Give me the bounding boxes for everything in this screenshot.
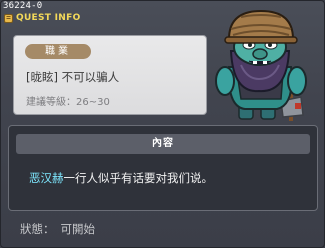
job-badge: 職業 bbox=[25, 44, 91, 59]
bearded-guard-npc-portrait bbox=[215, 9, 307, 121]
quest-content-panel: 內容 恶汉赫一行人似乎有话要对我们说。 bbox=[8, 125, 318, 211]
recommended-level-range: ：26~30 bbox=[66, 97, 110, 108]
npc-name-link[interactable]: 恶汉赫 bbox=[29, 171, 64, 185]
quest-name: [昽眩] 不可以骗人 bbox=[26, 70, 120, 84]
recommended-level: 建議等級：26~30 bbox=[26, 93, 110, 108]
content-header: 內容 bbox=[16, 134, 310, 154]
recommended-level-label: 建議等級 bbox=[26, 97, 66, 108]
content-message: 一行人似乎有话要对我们说。 bbox=[63, 171, 214, 185]
window-title: QUEST INFO bbox=[16, 13, 81, 23]
status-label: 狀態： bbox=[20, 222, 55, 236]
content-text: 恶汉赫一行人似乎有话要对我们说。 bbox=[29, 170, 213, 186]
quest-info-window: 36224-0 QUEST INFO 職業 [昽眩] 不可以骗人 建議等級：26… bbox=[0, 0, 325, 248]
quest-book-icon bbox=[4, 13, 13, 23]
quest-summary-panel: 職業 [昽眩] 不可以骗人 建議等級：26~30 bbox=[13, 35, 207, 115]
quest-status: 狀態： 可開始 bbox=[20, 221, 101, 237]
window-title-bar[interactable]: QUEST INFO bbox=[4, 11, 81, 25]
status-value: 可開始 bbox=[60, 222, 96, 236]
